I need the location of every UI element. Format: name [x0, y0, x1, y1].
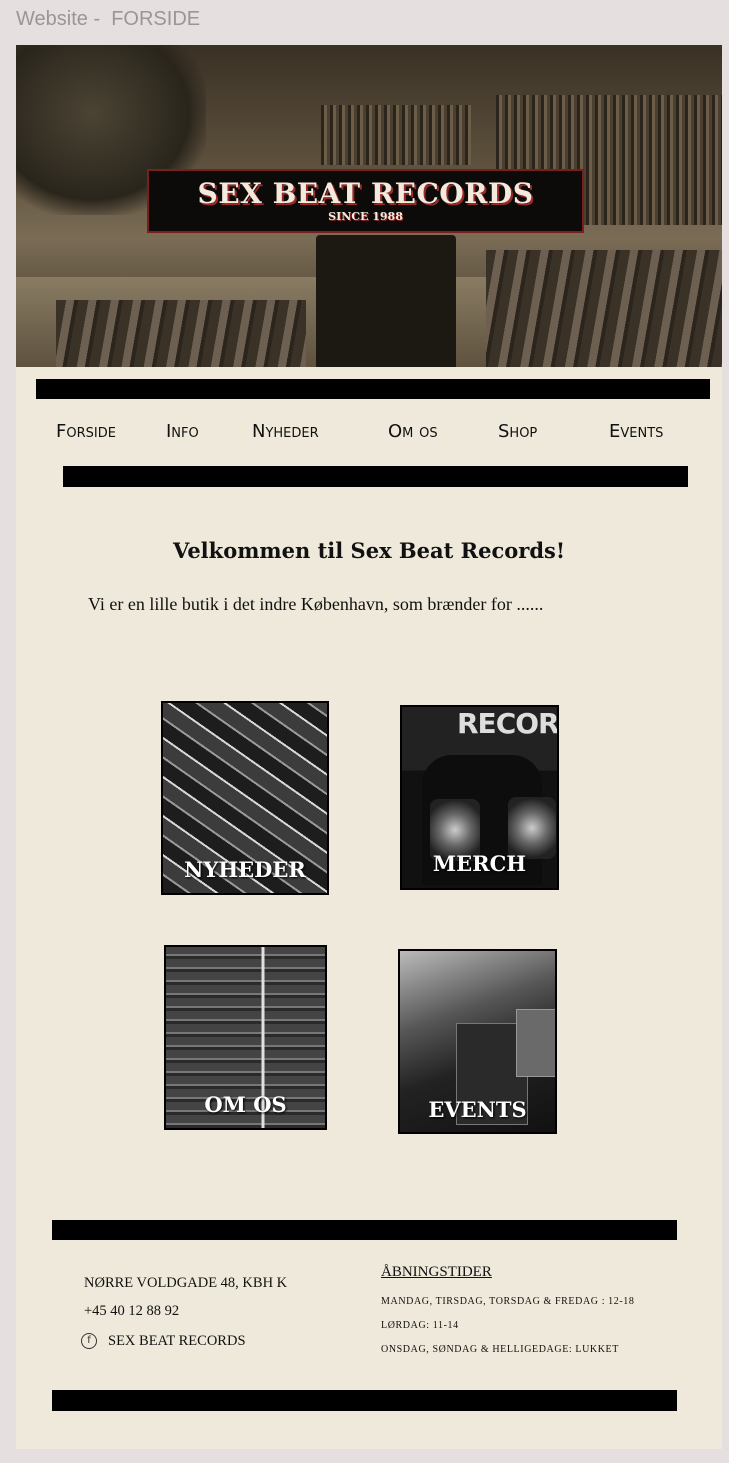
hours-line: MANDAG, TIRSDAG, TORSDAG & FREDAG : 12-1… — [381, 1296, 635, 1307]
welcome-heading: Velkommen til Sex Beat Records! — [172, 538, 566, 563]
footer-phone[interactable]: +45 40 12 88 92 — [84, 1303, 179, 1320]
card-merch[interactable]: RECORDS MERCH — [400, 705, 559, 890]
footer-address: NØRRE VOLDGADE 48, KBH K — [84, 1275, 288, 1291]
store-sign-subtitle: SINCE 1988 — [328, 210, 403, 223]
store-sign: SEX BEAT RECORDS SINCE 1988 — [147, 169, 584, 233]
nav-forside[interactable]: Forside — [56, 421, 116, 442]
hero-image: SEX BEAT RECORDS SINCE 1988 — [16, 45, 722, 367]
divider-bar — [52, 1390, 677, 1411]
divider-bar — [36, 379, 710, 399]
card-om-os-label: OM OS — [204, 1092, 287, 1117]
hero-bins — [486, 250, 722, 367]
main-nav: Forside Info Nyheder Om os Shop Events — [16, 417, 722, 451]
card-nyheder[interactable]: NYHEDER — [161, 701, 329, 895]
events-poster — [516, 1009, 555, 1077]
facebook-icon[interactable]: f — [81, 1333, 97, 1349]
divider-bar — [63, 466, 688, 487]
divider-bar — [52, 1220, 677, 1240]
merch-photo-text: RECORDS — [457, 707, 559, 740]
card-events-label: EVENTS — [428, 1097, 527, 1122]
hours-title: ÅBNINGSTIDER — [381, 1264, 492, 1280]
nav-nyheder[interactable]: Nyheder — [252, 421, 319, 442]
hours-line: LØRDAG: 11-14 — [381, 1320, 459, 1331]
hero-table — [316, 235, 456, 367]
nav-om-os[interactable]: Om os — [388, 421, 438, 442]
footer-facebook-link[interactable]: SEX BEAT RECORDS — [108, 1333, 246, 1350]
card-events[interactable]: EVENTS — [398, 949, 557, 1134]
website-page: SEX BEAT RECORDS SINCE 1988 Forside Info… — [16, 45, 722, 1449]
nav-info[interactable]: Info — [166, 421, 199, 442]
card-nyheder-label: NYHEDER — [184, 857, 306, 882]
nav-events[interactable]: Events — [609, 421, 663, 442]
nav-shop[interactable]: Shop — [498, 421, 537, 442]
store-sign-title: SEX BEAT RECORDS — [197, 177, 534, 210]
merch-print — [508, 797, 556, 859]
card-om-os[interactable]: OM OS — [164, 945, 327, 1130]
frame-label: Website - FORSIDE — [16, 8, 201, 30]
hero-bins — [56, 300, 306, 367]
hours-line: ONSDAG, SØNDAG & HELLIGEDAGE: LUKKET — [381, 1344, 619, 1355]
intro-text: Vi er en lille butik i det indre Københa… — [88, 594, 544, 614]
hero-shelf — [321, 105, 471, 165]
card-merch-label: MERCH — [432, 851, 527, 876]
